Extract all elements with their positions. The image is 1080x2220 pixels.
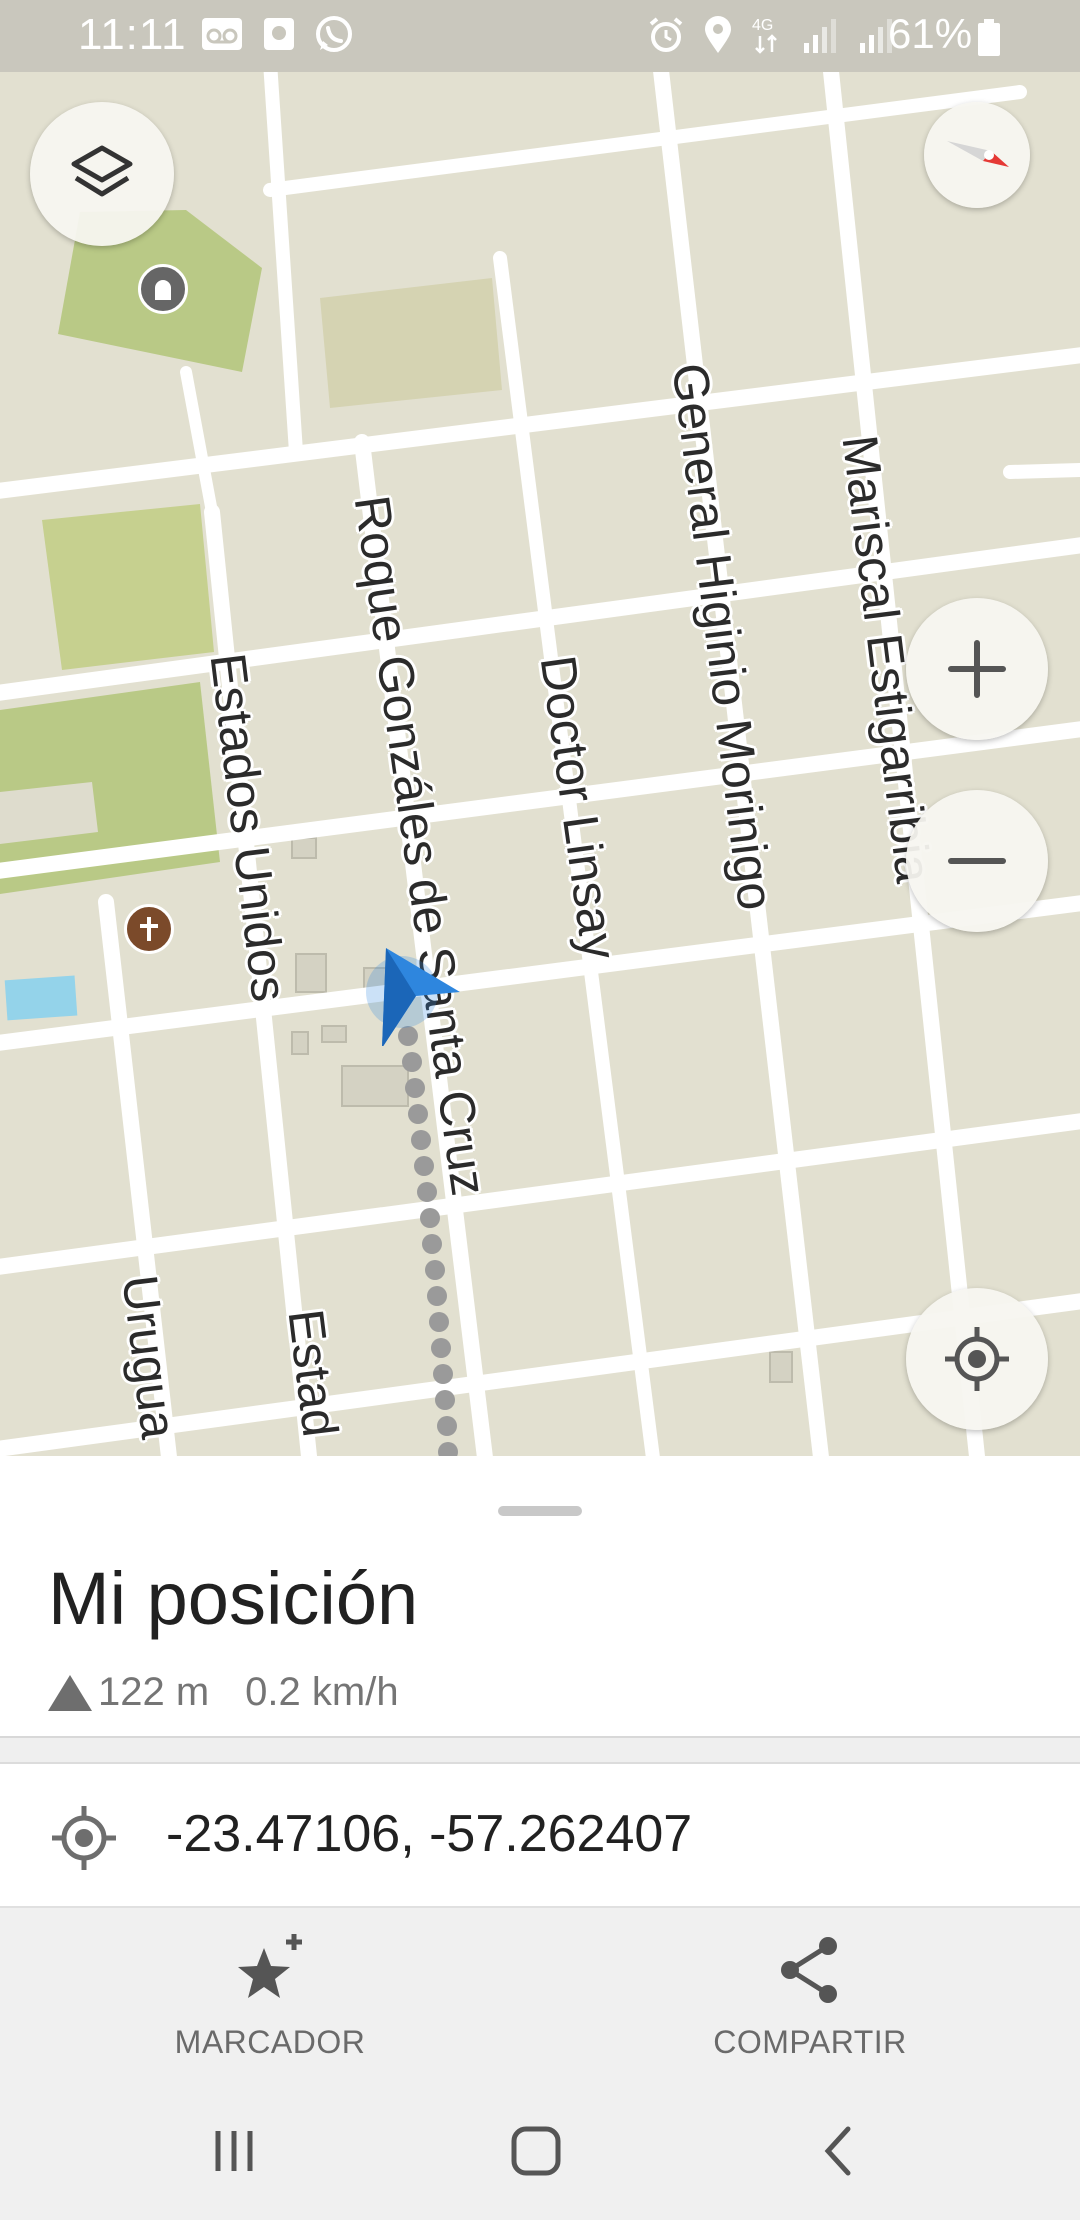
sheet-drag-handle[interactable]: [498, 1506, 582, 1516]
layers-button[interactable]: [30, 102, 174, 246]
compass-button[interactable]: [924, 102, 1030, 208]
park-area: [42, 504, 214, 670]
altitude-value: 122 m: [98, 1670, 210, 1714]
buildings: [291, 837, 793, 1383]
home-button[interactable]: [496, 2116, 576, 2186]
alarm-icon: [649, 17, 683, 52]
share-button[interactable]: COMPARTIR: [540, 1908, 1080, 2078]
my-location-icon: [945, 1327, 1009, 1391]
my-location-button[interactable]: [906, 1288, 1048, 1430]
zoom-out-button[interactable]: [906, 790, 1048, 932]
map-view[interactable]: Estados Unidos Roque Gonzáles de Santa C…: [0, 72, 1080, 1456]
network-4g-icon: 4G: [752, 17, 777, 54]
speed-value: 0.2 km/h: [245, 1670, 399, 1714]
zoom-in-icon: [948, 640, 1006, 698]
action-bar: MARCADOR COMPARTIR: [0, 1906, 1080, 2076]
system-nav-bar: [0, 2076, 1080, 2220]
recent-apps-icon: [215, 2131, 253, 2171]
add-bookmark-star-icon: [238, 1934, 302, 1998]
altitude-icon: [48, 1674, 92, 1711]
zoom-out-icon: [948, 858, 1006, 864]
share-icon: [781, 1937, 837, 2003]
bookmark-button[interactable]: MARCADOR: [0, 1908, 540, 2078]
bookmark-label: MARCADOR: [174, 2024, 366, 2060]
coordinates-icon: [52, 1806, 116, 1870]
image-notification-icon: [264, 18, 294, 50]
status-bar: 11:11 4G 61%: [0, 0, 1080, 72]
coordinates-row[interactable]: -23.47106, -57.262407: [0, 1764, 1080, 1906]
divider: [0, 1736, 1080, 1764]
battery-percent: 61%: [888, 10, 973, 57]
back-button[interactable]: [800, 2116, 880, 2186]
recent-apps-button[interactable]: [194, 2116, 274, 2186]
layers-icon: [71, 145, 133, 197]
sheet-meta: 122 m 0.2 km/h: [48, 1670, 399, 1715]
status-time: 11:11: [78, 10, 187, 59]
back-icon: [824, 2126, 851, 2176]
position-arrow-icon: [366, 948, 460, 1046]
share-label: COMPARTIR: [713, 2024, 907, 2060]
location-sheet[interactable]: Mi posición 122 m 0.2 km/h -23.47106, -5…: [0, 1456, 1080, 1906]
zoom-in-button[interactable]: [906, 598, 1048, 740]
memorial-icon[interactable]: [138, 264, 188, 314]
voicemail-icon: [202, 18, 242, 50]
compass-icon: [947, 141, 1009, 167]
park-area: [320, 278, 502, 408]
whatsapp-icon: [316, 16, 352, 52]
church-icon[interactable]: [124, 904, 174, 954]
water-area: [4, 975, 78, 1021]
coordinates-value: -23.47106, -57.262407: [166, 1805, 693, 1863]
svg-text:4G: 4G: [752, 17, 773, 34]
home-icon: [511, 2126, 561, 2176]
location-pin-icon: [705, 16, 731, 53]
signal-icon: [804, 19, 836, 53]
sheet-title: Mi posición: [48, 1557, 419, 1640]
battery-icon: [978, 19, 1000, 56]
